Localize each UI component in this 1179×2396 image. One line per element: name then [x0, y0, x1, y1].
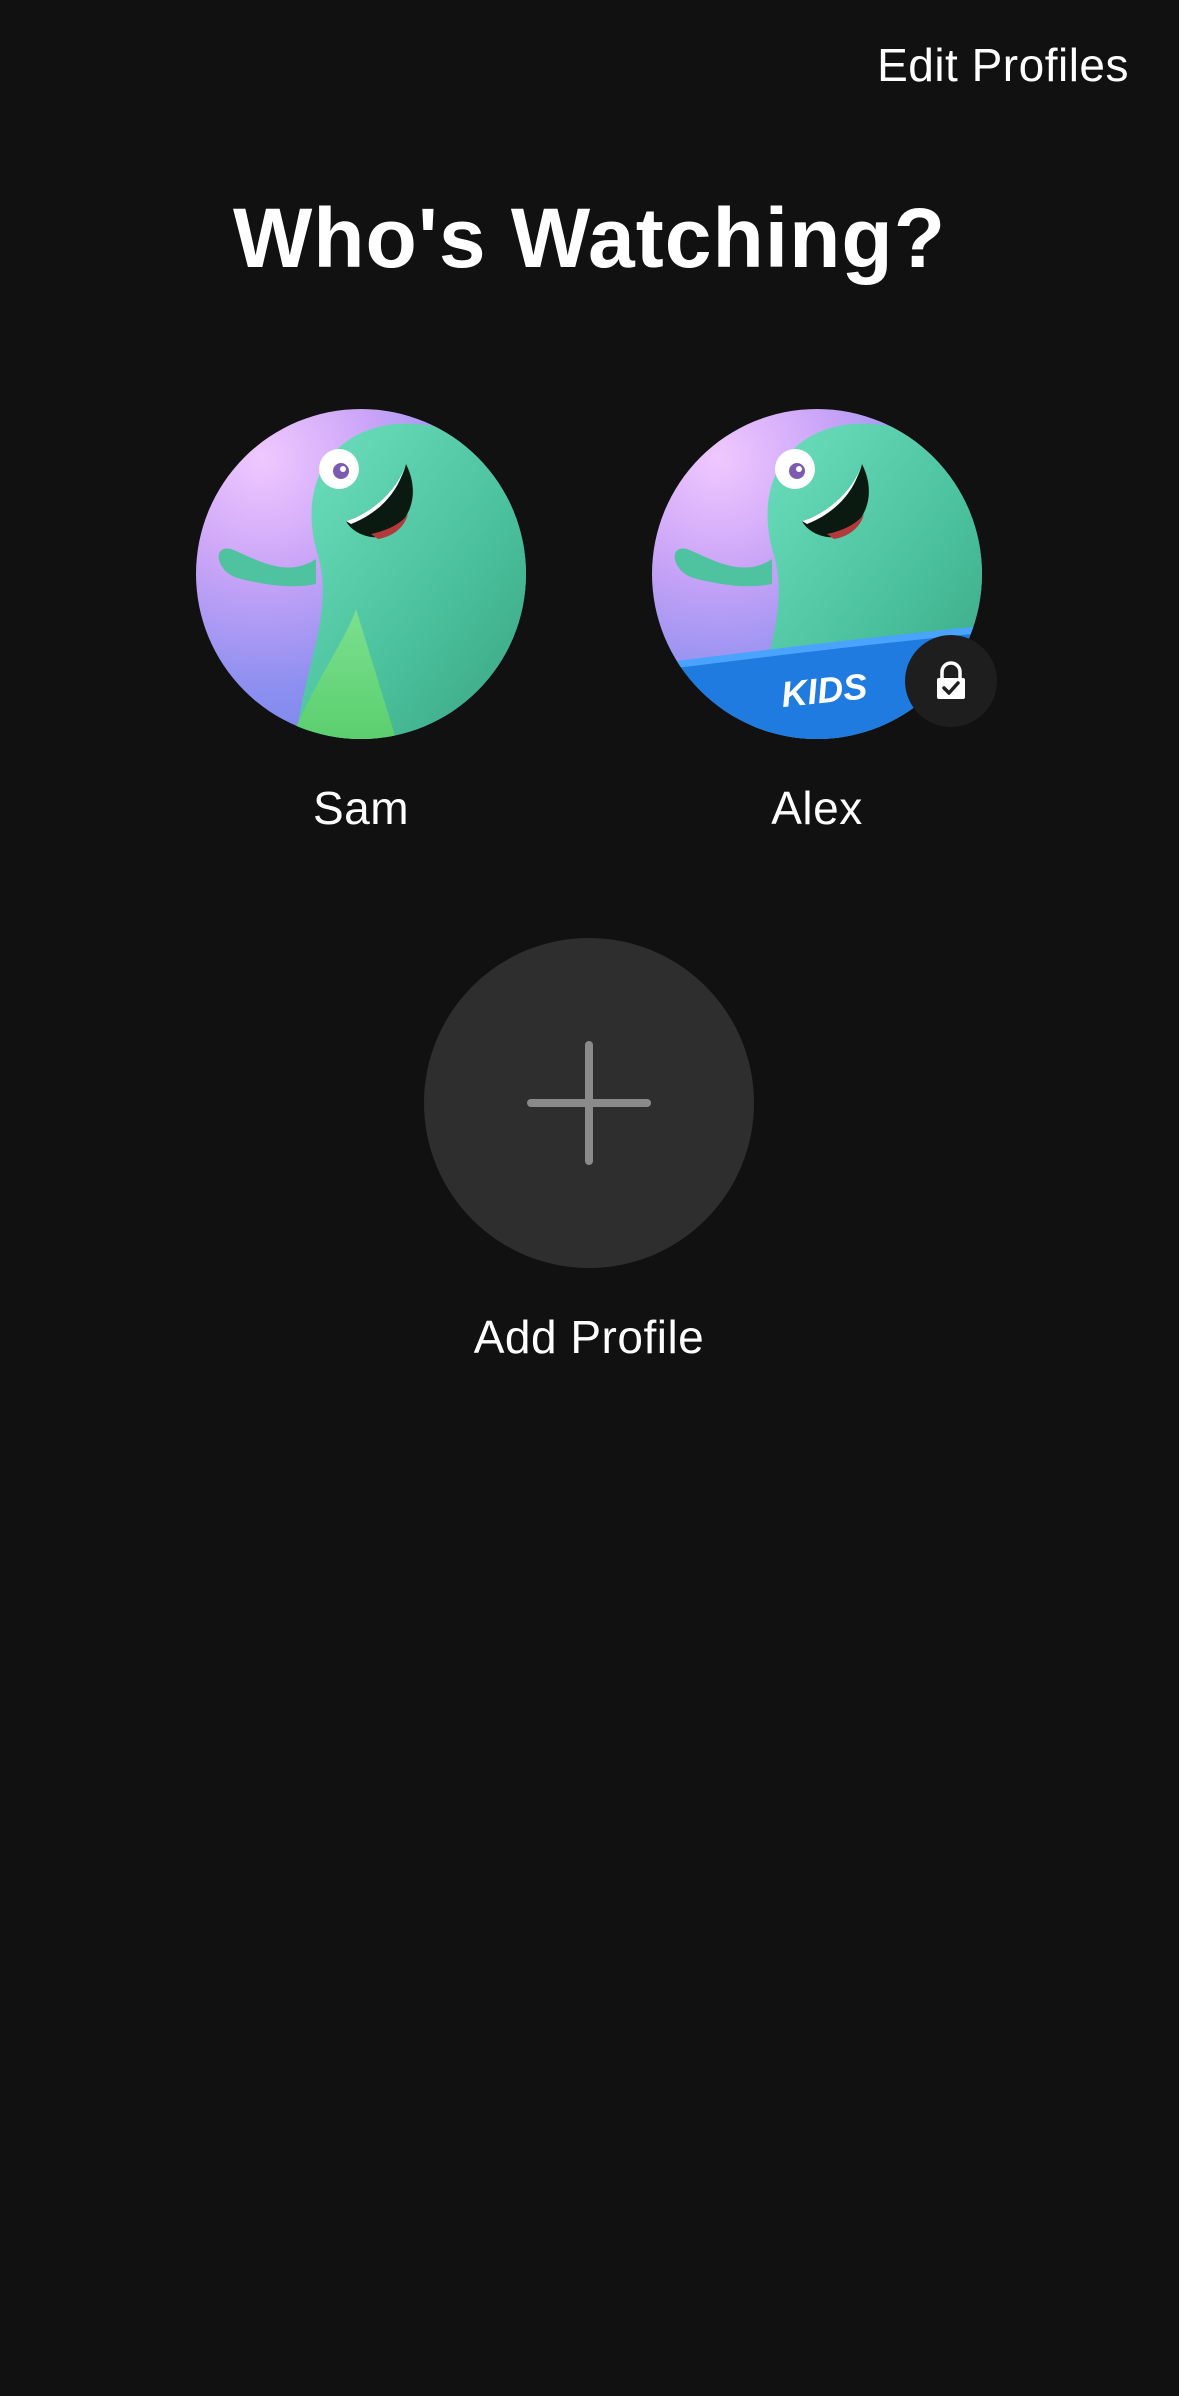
- lock-icon: [937, 661, 965, 699]
- avatar[interactable]: [196, 409, 526, 739]
- page-title: Who's Watching?: [232, 191, 947, 285]
- green-monster-avatar-icon: [218, 423, 526, 739]
- profile-sam[interactable]: Sam: [196, 409, 526, 835]
- add-profile-button[interactable]: Add Profile: [424, 938, 754, 1364]
- profile-alex[interactable]: KIDS Alex: [652, 409, 997, 835]
- add-profile-label: Add Profile: [473, 1311, 705, 1363]
- add-profile-circle[interactable]: [424, 938, 754, 1268]
- lock-badge: [905, 635, 997, 727]
- profile-name: Alex: [771, 782, 863, 834]
- plus-icon: [527, 1041, 651, 1165]
- edit-profiles-button[interactable]: Edit Profiles: [877, 38, 1129, 92]
- profile-name: Sam: [312, 782, 410, 834]
